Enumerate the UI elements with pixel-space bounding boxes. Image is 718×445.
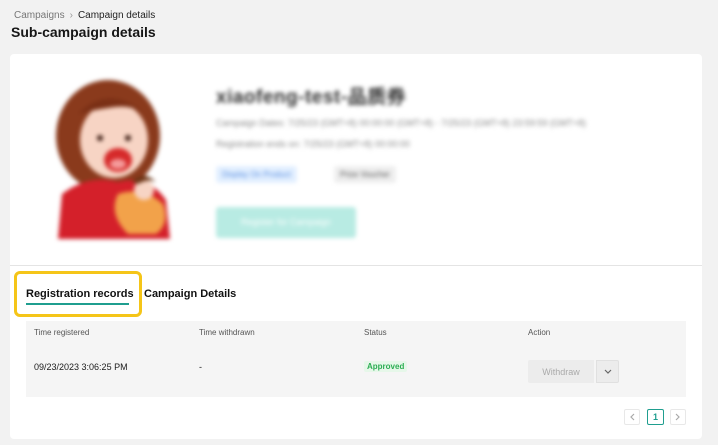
chevron-left-icon [630,413,635,421]
header-time-withdrawn: Time withdrawn [199,328,255,337]
status-badge: Approved [364,361,408,372]
withdraw-button[interactable]: Withdraw [528,360,594,383]
pagination-page-1[interactable]: 1 [647,409,664,425]
header-status: Status [364,328,387,337]
cell-time-withdrawn: - [199,362,202,372]
pagination-next-button[interactable] [670,409,686,425]
page-title: Sub-campaign details [11,24,156,40]
breadcrumb: Campaigns › Campaign details [14,10,155,21]
campaign-tag-voucher: Prize Voucher [334,166,396,183]
registration-table: Time registered Time withdrawn Status Ac… [26,321,686,397]
chevron-right-icon: › [69,10,73,21]
header-action: Action [528,328,551,337]
chevron-down-icon [604,369,611,374]
campaign-name: xiaofeng-test-品质券 [216,87,407,108]
pagination-prev-button[interactable] [624,409,640,425]
breadcrumb-current: Campaign details [77,10,156,21]
section-divider [10,265,702,266]
action-dropdown-button[interactable] [596,360,619,383]
tab-registration-records[interactable]: Registration records [26,288,134,300]
breadcrumb-campaigns-link[interactable]: Campaigns [14,10,65,21]
chevron-right-icon [675,413,680,421]
header-time-registered: Time registered [34,328,90,337]
campaign-card: xiaofeng-test-品质券 Campaign Dates: 7/25/2… [10,54,702,439]
tab-campaign-details[interactable]: Campaign Details [144,288,236,300]
campaign-hero: xiaofeng-test-品质券 Campaign Dates: 7/25/2… [10,54,702,266]
register-campaign-button[interactable]: Register for Campaign [216,207,356,238]
campaign-tag-display: Display On Product [216,166,297,183]
campaign-dates: Campaign Dates: 7/25/23 (GMT+8) 00:00:00… [216,118,587,128]
active-tab-underline [26,303,129,305]
campaign-avatar-illustration [56,80,170,239]
registration-end: Registration ends on: 7/25/23 (GMT+8) 00… [216,139,410,149]
cell-time-registered: 09/23/2023 3:06:25 PM [34,362,128,372]
